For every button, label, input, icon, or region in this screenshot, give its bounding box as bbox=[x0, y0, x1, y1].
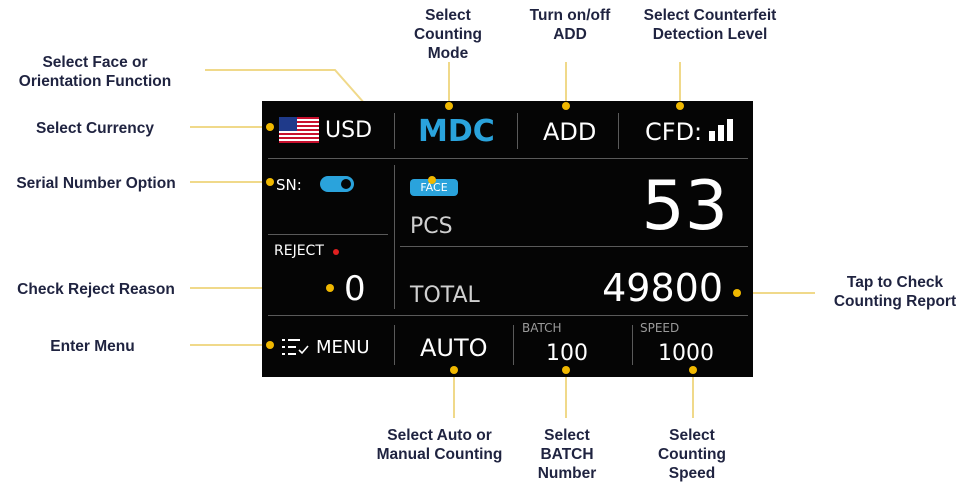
pointer-dot-menu bbox=[266, 341, 274, 349]
cfd-button[interactable]: CFD: bbox=[642, 111, 742, 151]
serial-number-toggle[interactable] bbox=[320, 176, 354, 192]
menu-label: MENU bbox=[316, 337, 370, 358]
batch-label: BATCH bbox=[522, 321, 562, 335]
signal-bars-icon bbox=[709, 119, 733, 141]
pointer-dot-total bbox=[733, 289, 741, 297]
reject-button[interactable]: REJECT 0 bbox=[270, 239, 388, 309]
divider-bottom-1 bbox=[394, 325, 395, 365]
pointer-dot-speed bbox=[689, 366, 697, 374]
divider-left bbox=[268, 234, 388, 235]
total-amount: 49800 bbox=[602, 266, 723, 310]
pointer-dot-reject bbox=[326, 284, 334, 292]
pointer-dot-cfd bbox=[676, 102, 684, 110]
pointer-dot-mode bbox=[445, 102, 453, 110]
pointer-dot-face bbox=[428, 176, 436, 184]
total-report-button[interactable]: TOTAL 49800 bbox=[400, 251, 748, 311]
total-label: TOTAL bbox=[410, 283, 480, 308]
divider-bottom-2 bbox=[513, 325, 514, 365]
counting-mode-button[interactable]: MDC bbox=[418, 114, 495, 149]
batch-value: 100 bbox=[546, 341, 588, 366]
batch-button[interactable]: BATCH 100 bbox=[518, 319, 628, 371]
pointer-dot-serial bbox=[266, 178, 274, 186]
pointer-dot-auto bbox=[450, 366, 458, 374]
us-flag-icon bbox=[279, 117, 319, 143]
counter-display-screen: USD MDC ADD CFD: SN: REJECT 0 FACE PCS 5… bbox=[262, 101, 753, 377]
divider-col3 bbox=[618, 113, 619, 149]
reject-count: 0 bbox=[344, 269, 366, 309]
menu-list-icon bbox=[282, 339, 309, 355]
currency-button[interactable]: USD bbox=[272, 109, 387, 151]
auto-manual-button[interactable]: AUTO bbox=[420, 334, 488, 362]
divider-col2 bbox=[517, 113, 518, 149]
speed-label: SPEED bbox=[640, 321, 680, 335]
divider-bottom-3 bbox=[632, 325, 633, 365]
pointer-dot-currency bbox=[266, 123, 274, 131]
speed-value: 1000 bbox=[658, 341, 714, 366]
divider-middle bbox=[400, 246, 748, 247]
pcs-count: 53 bbox=[641, 167, 728, 246]
add-button[interactable]: ADD bbox=[543, 118, 596, 146]
currency-label: USD bbox=[325, 118, 373, 143]
reject-indicator-dot bbox=[333, 249, 339, 255]
menu-button[interactable]: MENU bbox=[272, 327, 390, 367]
speed-button[interactable]: SPEED 1000 bbox=[636, 319, 748, 371]
divider-left-panel bbox=[394, 165, 395, 309]
divider-col1 bbox=[394, 113, 395, 149]
divider-top bbox=[268, 158, 748, 159]
pointer-dot-batch bbox=[562, 366, 570, 374]
divider-bottom bbox=[268, 315, 748, 316]
serial-number-label: SN: bbox=[276, 176, 302, 194]
toggle-knob bbox=[341, 179, 351, 189]
pcs-label: PCS bbox=[410, 214, 453, 239]
pointer-dot-add bbox=[562, 102, 570, 110]
cfd-label: CFD: bbox=[645, 118, 703, 146]
reject-label: REJECT bbox=[274, 243, 324, 259]
